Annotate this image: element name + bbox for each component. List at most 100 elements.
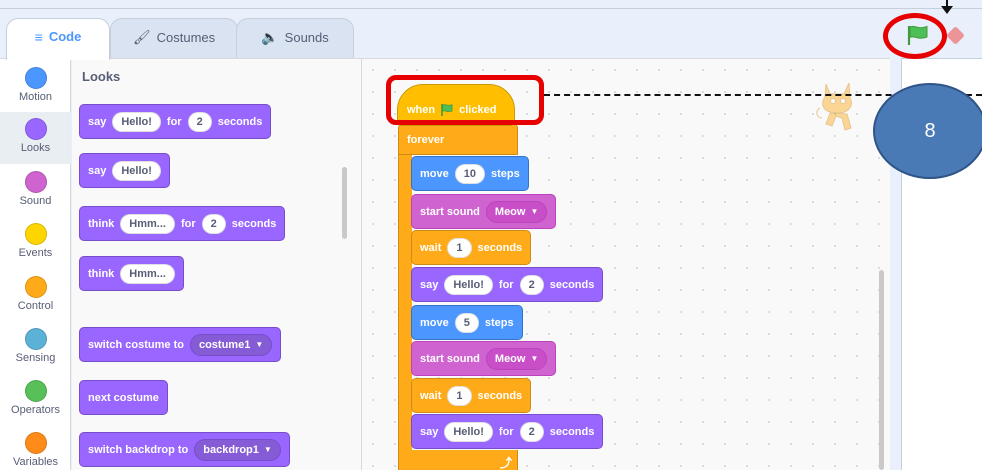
category-label: Looks — [20, 142, 51, 154]
sound-dot-icon — [24, 171, 47, 193]
block-text: think — [88, 267, 115, 280]
block-text: forever — [407, 134, 445, 146]
category-sensing[interactable]: Sensing — [0, 322, 71, 374]
scratch-editor: 🖌 Costumes 🔈 Sounds ≡ Code Motion Looks … — [0, 0, 982, 470]
block-text: move — [420, 316, 449, 329]
message-input[interactable]: Hello! — [444, 274, 493, 295]
sensing-dot-icon — [24, 328, 47, 350]
step-number-badge: 8 — [873, 83, 982, 179]
block-text: seconds — [477, 241, 523, 254]
message-input[interactable]: Hmm... — [120, 263, 175, 284]
sprite-cat-icon — [816, 82, 853, 131]
palette-next-costume-block[interactable]: next costume — [79, 380, 168, 415]
dropdown-value: costume1 — [198, 338, 251, 351]
block-text: start sound — [420, 352, 480, 365]
seconds-input[interactable]: 2 — [519, 421, 544, 442]
category-looks[interactable]: Looks — [0, 112, 71, 164]
backdrop-dropdown[interactable]: backdrop1 ▼ — [194, 438, 281, 461]
category-events[interactable]: Events — [0, 217, 71, 269]
message-input[interactable]: Hello! — [112, 160, 161, 181]
block-text: steps — [491, 167, 520, 180]
chevron-down-icon: ▼ — [530, 354, 539, 363]
block-text: for — [166, 115, 182, 128]
sound-dropdown[interactable]: Meow ▼ — [485, 347, 548, 370]
block-text: think — [88, 217, 115, 230]
block-text: say — [420, 425, 439, 438]
block-text: next costume — [88, 391, 159, 404]
category-variables[interactable]: Variables — [0, 426, 71, 470]
dropdown-value: Meow — [494, 352, 526, 365]
seconds-input[interactable]: 1 — [447, 385, 472, 406]
palette-switch-backdrop-block[interactable]: switch backdrop to backdrop1 ▼ — [79, 432, 290, 467]
message-input[interactable]: Hello! — [112, 111, 161, 132]
highlight-circle — [883, 13, 947, 59]
say-for-block[interactable]: say Hello! for 2 seconds — [411, 414, 604, 449]
say-for-block[interactable]: say Hello! for 2 seconds — [411, 267, 604, 302]
seconds-input[interactable]: 2 — [187, 111, 212, 132]
tab-code[interactable]: ≡ Code — [6, 18, 110, 60]
block-text: say — [88, 164, 107, 177]
category-label: Sound — [19, 195, 52, 207]
code-icon: ≡ — [34, 28, 43, 45]
steps-input[interactable]: 5 — [454, 312, 479, 333]
category-sound[interactable]: Sound — [0, 165, 71, 217]
highlight-box — [386, 75, 544, 125]
category-control[interactable]: Control — [0, 270, 71, 322]
seconds-input[interactable]: 2 — [201, 213, 226, 234]
loop-arrow-icon: ⤴ — [500, 456, 513, 470]
seconds-input[interactable]: 1 — [447, 237, 472, 258]
chevron-down-icon: ▼ — [255, 340, 264, 349]
category-operators[interactable]: Operators — [0, 374, 71, 426]
control-dot-icon — [24, 276, 47, 298]
tab-sounds[interactable]: 🔈 Sounds — [236, 18, 354, 62]
block-text: for — [180, 217, 196, 230]
operators-dot-icon — [24, 380, 47, 402]
block-text: move — [420, 167, 449, 180]
stop-icon[interactable] — [946, 26, 965, 45]
events-dot-icon — [24, 223, 47, 245]
palette-heading: Looks — [82, 69, 121, 84]
forever-block[interactable]: forever — [398, 123, 518, 155]
block-text: seconds — [217, 115, 263, 128]
tab-costumes[interactable]: 🖌 Costumes — [110, 18, 238, 62]
sound-dropdown[interactable]: Meow ▼ — [485, 200, 548, 223]
workspace-scrollbar[interactable] — [879, 270, 884, 470]
category-motion[interactable]: Motion — [0, 61, 71, 113]
wait-seconds-block[interactable]: wait 1 seconds — [411, 378, 532, 413]
palette-say-for-block[interactable]: say Hello! for 2 seconds — [79, 104, 272, 139]
palette-think-block[interactable]: think Hmm... — [79, 256, 184, 291]
start-sound-block[interactable]: start sound Meow ▼ — [411, 194, 557, 229]
category-menu: Motion Looks Sound Events Control Sensin… — [0, 58, 71, 470]
category-label: Events — [18, 247, 53, 259]
move-steps-block[interactable]: move 5 steps — [411, 305, 523, 340]
variables-dot-icon — [24, 432, 47, 454]
chevron-down-icon: ▼ — [263, 445, 272, 454]
start-sound-block[interactable]: start sound Meow ▼ — [411, 341, 557, 376]
speaker-icon: 🔈 — [261, 29, 279, 45]
chevron-down-icon: ▼ — [530, 207, 539, 216]
block-text: switch backdrop to — [88, 443, 189, 456]
category-label: Variables — [12, 456, 59, 468]
block-text: switch costume to — [88, 338, 184, 351]
block-text: say — [88, 115, 107, 128]
seconds-input[interactable]: 2 — [519, 274, 544, 295]
block-text: seconds — [549, 425, 595, 438]
palette-say-block[interactable]: say Hello! — [79, 153, 170, 188]
dropdown-value: Meow — [494, 205, 526, 218]
palette-scrollbar[interactable] — [342, 167, 347, 239]
category-label: Sensing — [15, 352, 56, 364]
costume-dropdown[interactable]: costume1 ▼ — [189, 333, 273, 356]
palette-switch-costume-block[interactable]: switch costume to costume1 ▼ — [79, 327, 282, 362]
arrow-head-icon — [941, 6, 953, 14]
block-text: steps — [484, 316, 514, 329]
move-steps-block[interactable]: move 10 steps — [411, 156, 529, 191]
wait-seconds-block[interactable]: wait 1 seconds — [411, 230, 532, 265]
block-text: seconds — [231, 217, 277, 230]
dropdown-value: backdrop1 — [203, 443, 259, 456]
block-text: wait — [420, 241, 442, 254]
block-text: say — [420, 278, 439, 291]
steps-input[interactable]: 10 — [454, 163, 485, 184]
palette-think-for-block[interactable]: think Hmm... for 2 seconds — [79, 206, 286, 241]
message-input[interactable]: Hmm... — [120, 213, 175, 234]
message-input[interactable]: Hello! — [444, 421, 493, 442]
